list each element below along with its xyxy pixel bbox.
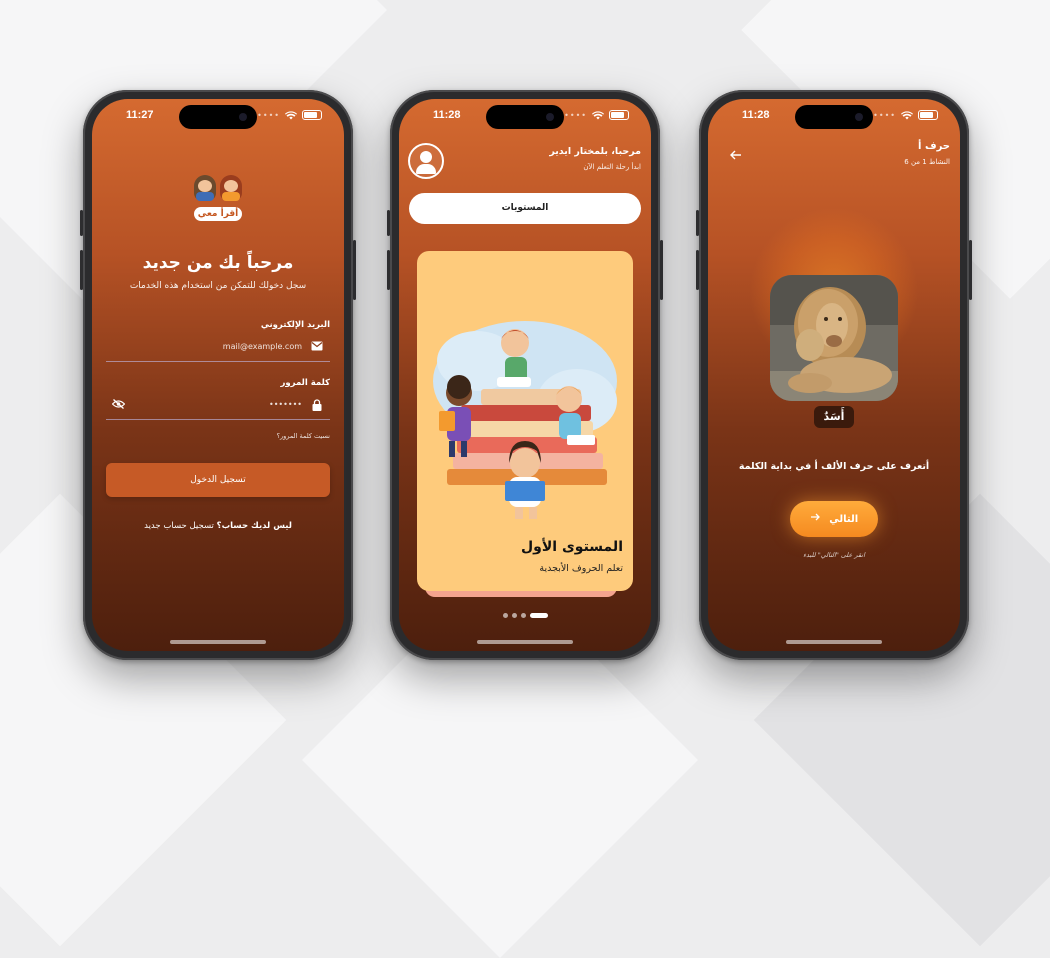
signal-icon: •••• bbox=[257, 110, 280, 120]
activity-counter: النشاط 1 من 6 bbox=[904, 158, 950, 166]
lion-image bbox=[770, 275, 898, 401]
email-placeholder: mail@example.com bbox=[222, 342, 302, 351]
app-logo: أقرأ معي bbox=[190, 171, 246, 221]
page-indicator bbox=[399, 613, 651, 618]
dynamic-island bbox=[486, 105, 564, 129]
page-dot[interactable] bbox=[520, 613, 526, 618]
phone-lesson: 11:28 •••• حرف أ النشاط 1 من 6 أَسَدٌ أت… bbox=[696, 90, 972, 660]
signal-icon: •••• bbox=[564, 110, 587, 120]
logo-kid-icon bbox=[194, 175, 216, 201]
lock-icon bbox=[310, 399, 324, 413]
email-field[interactable]: mail@example.com bbox=[106, 337, 330, 362]
kids-reading-illustration bbox=[433, 321, 617, 519]
lesson-screen: 11:28 •••• حرف أ النشاط 1 من 6 أَسَدٌ أت… bbox=[708, 99, 960, 651]
arrow-back-icon[interactable] bbox=[730, 149, 742, 163]
logo-text: أقرأ معي bbox=[194, 207, 242, 221]
word-label: أَسَدٌ bbox=[814, 406, 854, 428]
home-indicator bbox=[477, 640, 573, 644]
arrow-right-icon bbox=[810, 501, 820, 537]
battery-icon bbox=[302, 110, 322, 120]
signup-row: ليس لديك حساب؟ تسجيل حساب جديد bbox=[92, 521, 344, 531]
page-dot-active[interactable] bbox=[529, 613, 548, 618]
battery-icon bbox=[918, 110, 938, 120]
eye-off-icon[interactable] bbox=[111, 399, 126, 412]
status-time: 11:28 bbox=[433, 109, 461, 121]
page-dot[interactable] bbox=[511, 613, 517, 618]
password-value: ••••••• bbox=[268, 400, 302, 409]
password-label: كلمة المرور bbox=[280, 378, 331, 388]
no-account-text: ليس لديك حساب؟ bbox=[216, 521, 292, 531]
dynamic-island bbox=[179, 105, 257, 129]
page-subtitle: سجل دخولك للتمكن من استخدام هذه الخدمات bbox=[129, 281, 307, 291]
next-button-label: التالي bbox=[829, 514, 859, 525]
phone-login: 11:27 •••• أقرأ معي مرحباً بك من جديد سج… bbox=[80, 90, 356, 660]
status-time: 11:28 bbox=[742, 109, 770, 121]
phone-levels: 11:28 •••• مرحبا، بلمختار ايدير ابدأ رحل… bbox=[387, 90, 663, 660]
forgot-password-link[interactable]: نسيت كلمة المرور؟ bbox=[277, 432, 330, 440]
email-label: البريد الإلكتروني bbox=[260, 320, 330, 330]
password-field[interactable]: ••••••• bbox=[106, 395, 330, 420]
greeting-title: مرحبا، بلمختار ايدير bbox=[549, 146, 641, 157]
login-button[interactable]: تسجيل الدخول bbox=[106, 463, 330, 497]
levels-screen: 11:28 •••• مرحبا، بلمختار ايدير ابدأ رحل… bbox=[399, 99, 651, 651]
login-screen: 11:27 •••• أقرأ معي مرحباً بك من جديد سج… bbox=[92, 99, 344, 651]
level-title: المستوى الأول bbox=[521, 539, 623, 555]
level-card[interactable]: المستوى الأول تعلم الحروف الأبجدية bbox=[417, 251, 633, 591]
mail-icon bbox=[310, 341, 324, 355]
level-subtitle: تعلم الحروف الأبجدية bbox=[539, 563, 623, 574]
register-link[interactable]: تسجيل حساب جديد bbox=[144, 521, 214, 531]
logo-kid-icon bbox=[220, 175, 242, 201]
home-indicator bbox=[170, 640, 266, 644]
status-bar: 11:27 •••• bbox=[92, 99, 344, 131]
status-time: 11:27 bbox=[126, 109, 154, 121]
lesson-title: حرف أ bbox=[918, 141, 950, 152]
home-indicator bbox=[786, 640, 882, 644]
page-dot[interactable] bbox=[502, 613, 508, 618]
wifi-icon bbox=[592, 110, 604, 119]
battery-icon bbox=[609, 110, 629, 120]
user-avatar-icon[interactable] bbox=[408, 143, 444, 179]
instruction-text: أتعرف على حرف الألف أ في بداية الكلمة bbox=[738, 461, 930, 472]
wifi-icon bbox=[285, 110, 297, 119]
signal-icon: •••• bbox=[873, 110, 896, 120]
wifi-icon bbox=[901, 110, 913, 119]
greeting-subtitle: ابدأ رحلة التعلم الآن bbox=[583, 163, 641, 171]
status-bar: 11:28 •••• bbox=[708, 99, 960, 131]
page-title: مرحباً بك من جديد bbox=[142, 253, 294, 273]
status-bar: 11:28 •••• bbox=[399, 99, 651, 131]
levels-button[interactable]: المستويات bbox=[409, 193, 641, 224]
next-button[interactable]: التالي bbox=[790, 501, 878, 537]
hint-text: انقر على "التالي" للبدء bbox=[803, 551, 865, 559]
dynamic-island bbox=[795, 105, 873, 129]
